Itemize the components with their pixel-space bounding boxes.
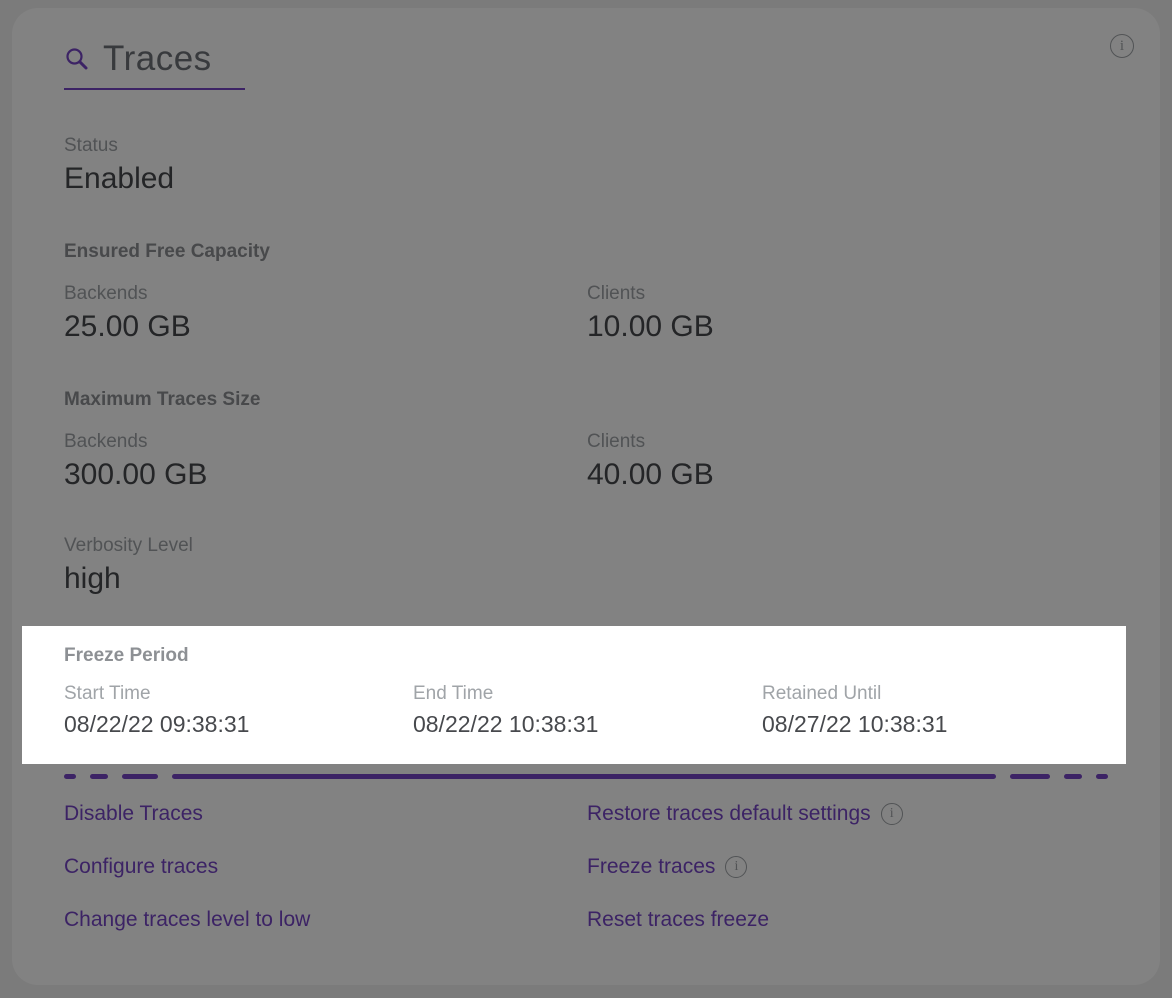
field-label: Retained Until <box>762 682 1106 706</box>
freeze-period-heading: Freeze Period <box>64 644 1106 668</box>
field-value: 25.00 GB <box>64 308 587 346</box>
status-value: Enabled <box>64 160 1108 198</box>
field-value: 40.00 GB <box>587 456 1108 494</box>
status-label: Status <box>64 134 1108 158</box>
field-value: 10.00 GB <box>587 308 1108 346</box>
configure-traces-link[interactable]: Configure traces <box>64 854 218 880</box>
field-label: Start Time <box>64 682 413 706</box>
freeze-period-section: Freeze Period Start Time 08/22/22 09:38:… <box>22 626 1126 764</box>
page-title: Traces <box>103 38 212 80</box>
field-label: Clients <box>587 430 1108 454</box>
info-icon[interactable]: i <box>881 803 903 825</box>
field-value: 08/22/22 10:38:31 <box>413 708 762 740</box>
actions-area: Disable Traces Restore traces default se… <box>64 801 1108 933</box>
freeze-period-fields: Start Time 08/22/22 09:38:31 End Time 08… <box>64 682 1106 740</box>
info-icon[interactable]: i <box>1110 34 1134 58</box>
restore-traces-default-settings-link[interactable]: Restore traces default settings i <box>587 801 903 827</box>
field-value: 08/27/22 10:38:31 <box>762 708 1106 740</box>
dashed-separator <box>64 774 1108 779</box>
field-value: 300.00 GB <box>64 456 587 494</box>
field-clients: Clients 10.00 GB <box>587 282 1108 346</box>
field-label: Backends <box>64 282 587 306</box>
field-label: End Time <box>413 682 762 706</box>
field-clients: Clients 40.00 GB <box>587 430 1108 494</box>
field-label: Backends <box>64 430 587 454</box>
field-backends: Backends 25.00 GB <box>64 282 587 346</box>
maximum-traces-size-heading: Maximum Traces Size <box>64 388 1108 412</box>
ensured-free-capacity-fields: Backends 25.00 GB Clients 10.00 GB <box>64 282 1108 346</box>
verbosity-value: high <box>64 560 1108 598</box>
field-value: 08/22/22 09:38:31 <box>64 708 413 740</box>
reset-traces-freeze-link[interactable]: Reset traces freeze <box>587 907 769 933</box>
change-traces-level-to-low-link[interactable]: Change traces level to low <box>64 907 310 933</box>
card-title-row: Traces <box>64 38 245 90</box>
status-block: Status Enabled <box>64 134 1108 198</box>
field-backends: Backends 300.00 GB <box>64 430 587 494</box>
traces-card: Traces i Status Enabled Ensured Free Cap… <box>12 8 1160 985</box>
verbosity-block: Verbosity Level high <box>64 534 1108 598</box>
maximum-traces-size-fields: Backends 300.00 GB Clients 40.00 GB <box>64 430 1108 494</box>
search-icon <box>64 46 90 72</box>
info-icon[interactable]: i <box>725 856 747 878</box>
verbosity-label: Verbosity Level <box>64 534 1108 558</box>
field-label: Clients <box>587 282 1108 306</box>
field-end-time: End Time 08/22/22 10:38:31 <box>413 682 762 740</box>
freeze-traces-link[interactable]: Freeze traces i <box>587 854 747 880</box>
disable-traces-link[interactable]: Disable Traces <box>64 801 203 827</box>
field-retained-until: Retained Until 08/27/22 10:38:31 <box>762 682 1106 740</box>
ensured-free-capacity-heading: Ensured Free Capacity <box>64 240 1108 264</box>
field-start-time: Start Time 08/22/22 09:38:31 <box>64 682 413 740</box>
